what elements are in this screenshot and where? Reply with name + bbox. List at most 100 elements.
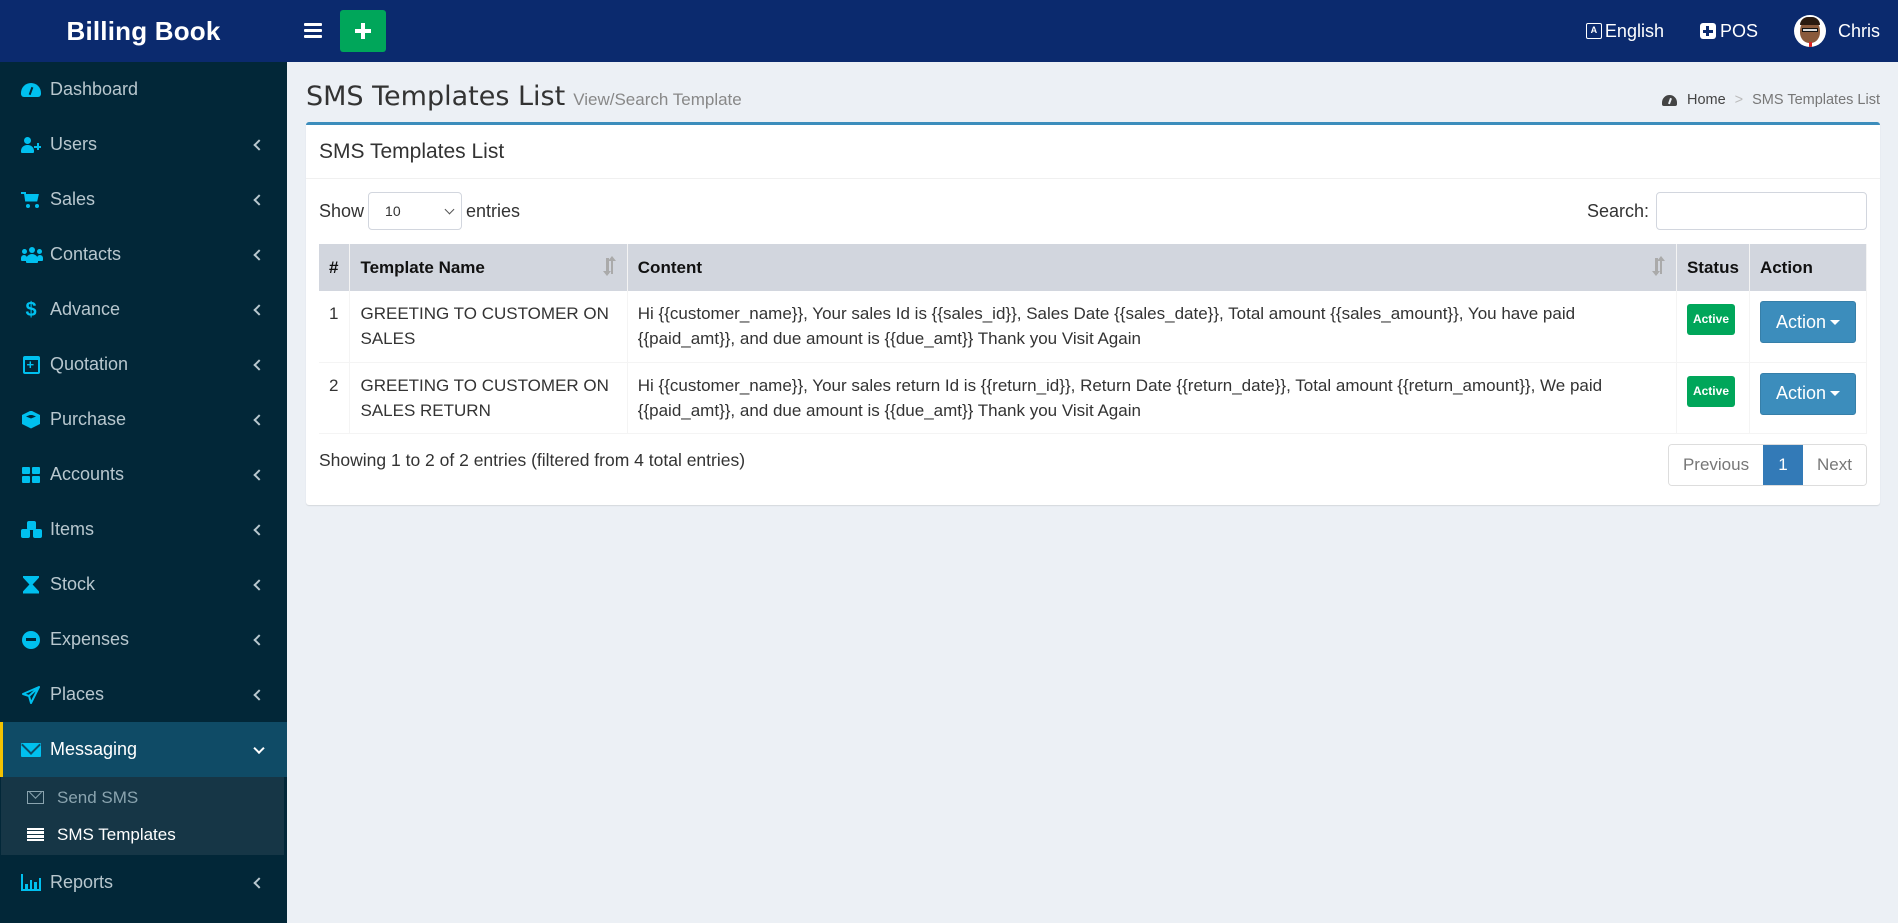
action-dropdown-button[interactable]: Action [1759,372,1856,415]
template-name: GREETING TO CUSTOMER ON SALES [349,291,628,363]
status-badge: Active [1686,304,1735,335]
action-label: Action [1775,311,1826,332]
minus-circle-icon [21,630,41,649]
page-length-control: Show 10 entries [319,192,520,230]
plus-icon [355,23,371,39]
sidebar-item-stock[interactable]: Stock [0,557,287,612]
search-input[interactable] [1656,192,1867,230]
dashboard-icon [1661,94,1677,106]
template-name: GREETING TO CUSTOMER ON SALES RETURN [349,362,628,434]
sidebar-item-label: Purchase [50,409,127,429]
sidebar-item-places[interactable]: Places [0,667,287,722]
table-info: Showing 1 to 2 of 2 entries (filtered fr… [319,450,746,470]
hamburger-icon[interactable] [304,20,322,42]
sidebar-item-contacts[interactable]: Contacts [0,227,287,282]
cubes-icon [21,520,42,539]
sidebar-item-label: Users [50,134,98,154]
sidebar-item-messaging[interactable]: Messaging [0,722,287,777]
pagination-next[interactable]: Next [1803,445,1866,485]
pagination-previous[interactable]: Previous [1669,445,1763,485]
sidebar: Dashboard Users Sales Contacts $ Advance… [0,62,287,923]
sidebar-item-accounts[interactable]: Accounts [0,447,287,502]
top-navbar: Billing Book A English POS Chris [0,0,1898,62]
language-label: English [1604,20,1664,41]
sidebar-item-quotation[interactable]: Quotation [0,337,287,392]
sidebar-item-dashboard[interactable]: Dashboard [0,62,287,117]
search-control: Search: [1587,192,1867,230]
page-title-text: SMS Templates List [306,81,566,112]
sidebar-item-label: Expenses [50,629,130,649]
pos-label: POS [1719,20,1758,41]
template-content: Hi {{customer_name}}, Your sales Id is {… [627,291,1677,363]
templates-box: SMS Templates List Show 10 entries Searc… [306,122,1880,505]
action-cell: Action [1749,362,1868,434]
chevron-left-icon [253,303,265,316]
status-cell: Active [1676,362,1750,434]
templates-table: # Template Name Content Status Action 1 … [319,244,1868,434]
row-number: 1 [319,291,351,363]
sidebar-item-label: Places [50,684,105,704]
sort-icon[interactable] [601,256,619,276]
sidebar-item-purchase[interactable]: Purchase [0,392,287,447]
column-header-number: # [319,244,351,291]
show-label: Show [319,200,365,221]
chevron-left-icon [253,358,265,371]
column-header-content[interactable]: Content [627,244,1677,291]
chevron-left-icon [253,468,265,481]
sidebar-subitem-sms-templates[interactable]: SMS Templates [1,816,284,853]
sidebar-item-reports[interactable]: Reports [0,855,287,910]
pos-link[interactable]: POS [1699,20,1758,42]
dashboard-icon [21,81,41,99]
dollar-icon: $ [25,298,37,321]
calendar-plus-icon [21,355,41,374]
chevron-left-icon [253,138,265,151]
sidebar-item-expenses[interactable]: Expenses [0,612,287,667]
search-label: Search: [1586,200,1649,221]
breadcrumb-home[interactable]: Home [1661,92,1726,108]
sidebar-item-sales[interactable]: Sales [0,172,287,227]
row-number: 2 [319,362,351,434]
quick-add-button[interactable] [340,10,386,52]
sidebar-item-label: Messaging [50,739,138,759]
sidebar-item-advance[interactable]: $ Advance [0,282,287,337]
breadcrumb: Home > SMS Templates List [1661,92,1880,108]
chevron-down-icon [253,742,265,754]
table-controls: Show 10 entries Search: [319,191,1867,231]
avatar [1793,15,1826,47]
sidebar-item-label: Items [50,519,95,539]
column-header-template-name[interactable]: Template Name [349,244,628,291]
hourglass-icon [21,575,41,594]
sidebar-item-label: Dashboard [50,79,139,99]
sidebar-item-label: Contacts [50,244,122,264]
table-row: 2 GREETING TO CUSTOMER ON SALES RETURN H… [319,362,1868,434]
cart-icon [21,191,41,209]
language-selector[interactable]: A English [1585,20,1664,42]
breadcrumb-home-label: Home [1686,92,1726,108]
language-icon: A [1585,23,1602,39]
app-logo[interactable]: Billing Book [0,0,287,62]
chevron-left-icon [253,688,265,701]
sidebar-item-label: Stock [50,574,96,594]
chevron-left-icon [253,578,265,591]
status-cell: Active [1676,291,1750,363]
navbar-right: A English POS Chris [1550,0,1880,62]
bar-chart-icon [21,874,41,892]
sidebar-subitem-label: SMS Templates [57,824,176,844]
user-menu[interactable]: Chris [1793,15,1880,47]
sidebar-subitem-send-sms[interactable]: Send SMS [1,779,284,816]
page-title: SMS Templates List View/Search Template [306,81,742,112]
page-length-select[interactable]: 10 [368,192,463,230]
pagination-page-1[interactable]: 1 [1763,445,1803,485]
column-header-status: Status [1676,244,1750,291]
action-dropdown-button[interactable]: Action [1759,301,1856,343]
sidebar-item-users[interactable]: Users [0,117,287,172]
table-row: 1 GREETING TO CUSTOMER ON SALES Hi {{cus… [319,291,1868,363]
sort-icon[interactable] [1650,256,1668,276]
column-header-action: Action [1749,244,1868,291]
envelope-icon [21,741,41,759]
page-subtitle: View/Search Template [573,90,742,109]
column-header-label: Content [637,257,702,277]
sidebar-item-items[interactable]: Items [0,502,287,557]
chevron-left-icon [253,248,265,261]
sidebar-item-label: Sales [50,189,96,209]
